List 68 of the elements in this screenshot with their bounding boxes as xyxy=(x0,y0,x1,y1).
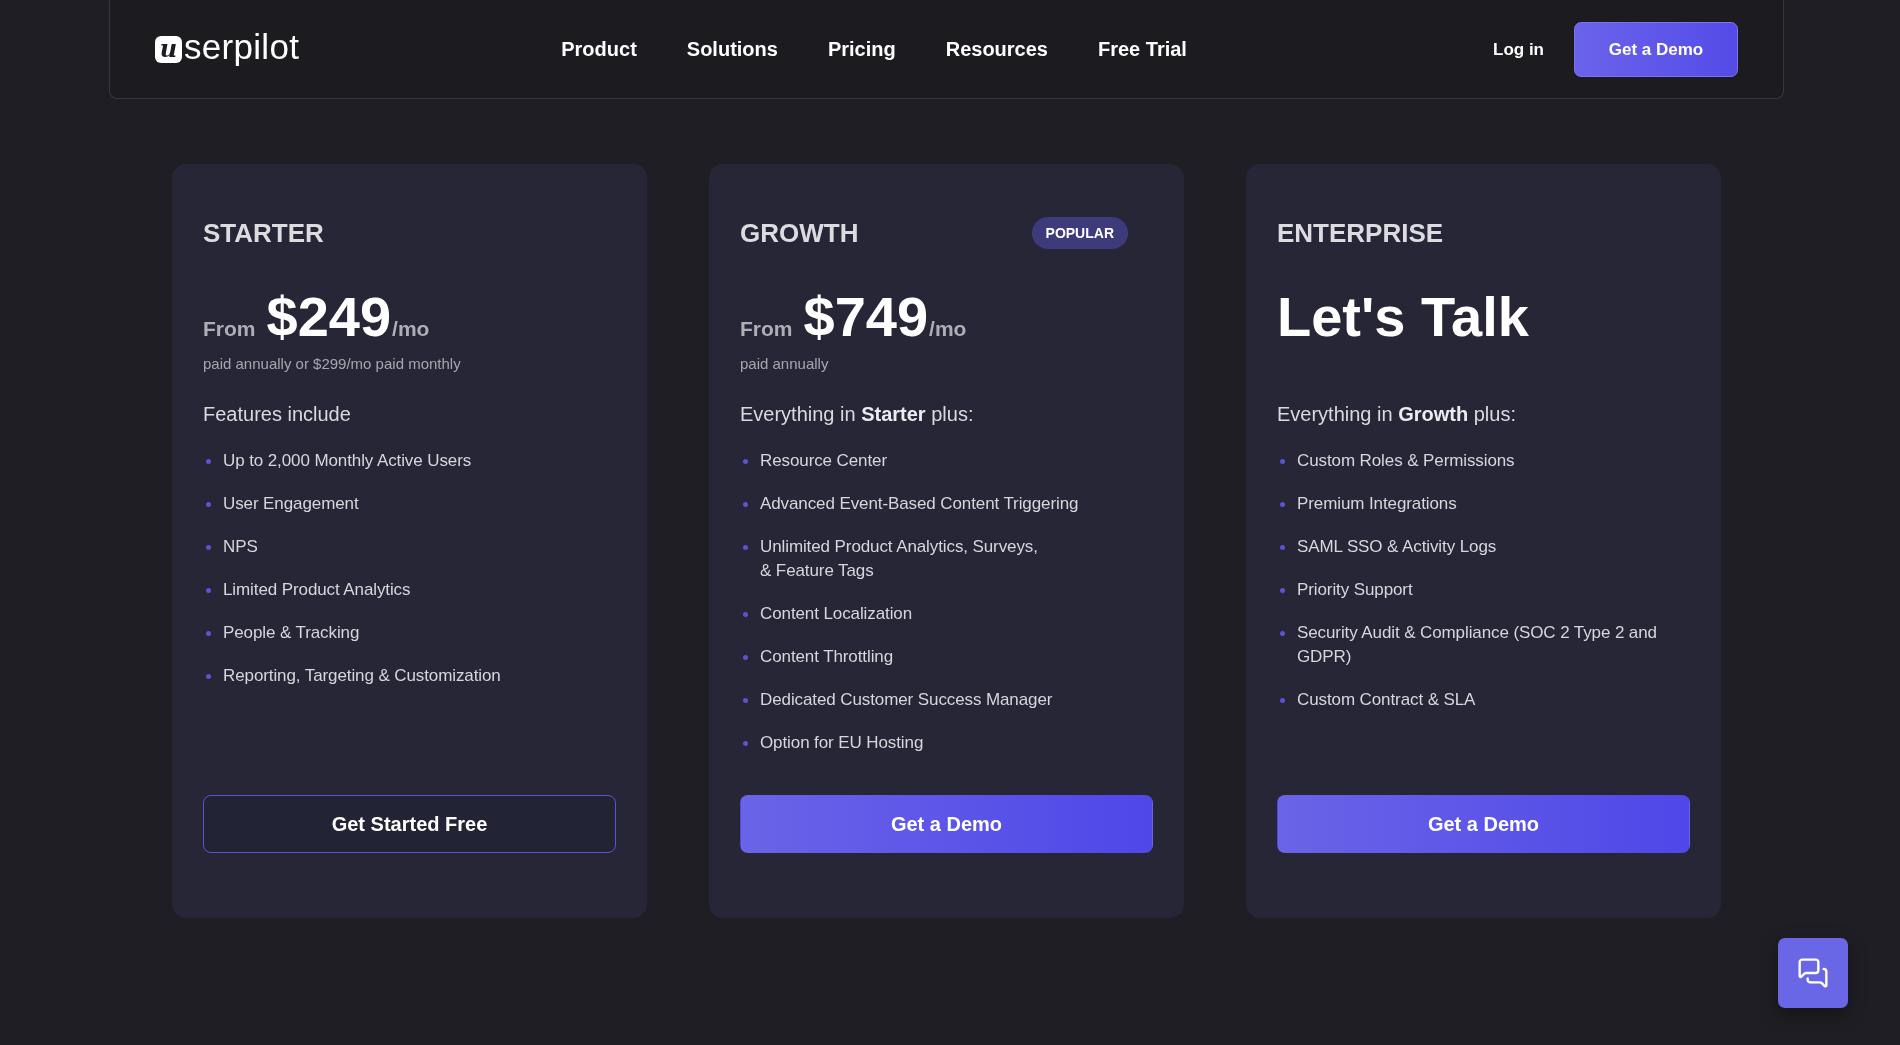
feature-text: People & Tracking xyxy=(223,622,360,644)
nav-link[interactable]: Free Trial xyxy=(1098,38,1187,61)
bullet-icon xyxy=(1280,698,1285,703)
nav-link[interactable]: Product xyxy=(561,38,637,61)
bullet-icon xyxy=(206,631,211,636)
feature-text: Limited Product Analytics xyxy=(223,579,411,601)
bullet-icon xyxy=(1280,502,1285,507)
feature-text: Unlimited Product Analytics, Surveys, & Feature Tags xyxy=(760,536,1038,582)
bullet-icon xyxy=(206,459,211,464)
feature-text: Dedicated Customer Success Manager xyxy=(760,689,1053,711)
plan-name: STARTER xyxy=(203,218,324,248)
price-amount: $249 xyxy=(266,285,392,349)
price-amount: $749 xyxy=(803,285,929,349)
feature-text: Premium Integrations xyxy=(1297,493,1457,515)
bullet-icon xyxy=(743,502,748,507)
bullet-icon xyxy=(743,612,748,617)
logo-text[interactable]: serpilot xyxy=(184,26,300,67)
price-prefix: From xyxy=(203,317,256,341)
bullet-icon xyxy=(743,459,748,464)
bullet-icon xyxy=(206,502,211,507)
plan-button[interactable]: Get a Demo xyxy=(740,795,1153,853)
billing-note: paid annually xyxy=(740,354,829,374)
bullet-icon xyxy=(1280,545,1285,550)
login-link[interactable]: Log in xyxy=(1493,39,1544,60)
feature-text: Content Throttling xyxy=(760,646,894,668)
demo-button[interactable]: Get a Demo xyxy=(1574,22,1738,77)
bullet-icon xyxy=(206,674,211,679)
plan-button[interactable]: Get Started Free xyxy=(203,795,616,853)
feature-text: Priority Support xyxy=(1297,579,1413,601)
feature-text: SAML SSO & Activity Logs xyxy=(1297,536,1497,558)
plan-name: ENTERPRISE xyxy=(1277,218,1444,248)
feature-text: Security Audit & Compliance (SOC 2 Type 2 and GDPR) xyxy=(1297,622,1658,668)
feature-text: User Engagement xyxy=(223,493,359,515)
feature-text: Up to 2,000 Monthly Active Users xyxy=(223,450,472,472)
features-intro: Features include xyxy=(203,402,352,427)
bullet-icon xyxy=(206,545,211,550)
plan-badge: POPULAR xyxy=(1031,217,1128,249)
price-period: /mo xyxy=(392,317,430,341)
bullet-icon xyxy=(743,655,748,660)
chat-button[interactable] xyxy=(1778,938,1848,1008)
nav-link[interactable]: Solutions xyxy=(686,38,778,61)
bullet-icon xyxy=(743,545,748,550)
feature-text: Resource Center xyxy=(760,450,887,472)
bullet-icon xyxy=(1280,588,1285,593)
feature-text: NPS xyxy=(223,536,258,558)
nav-link[interactable]: Resources xyxy=(945,38,1048,61)
feature-text: Custom Contract & SLA xyxy=(1297,689,1476,711)
bullet-icon xyxy=(743,741,748,746)
feature-text: Custom Roles & Permissions xyxy=(1297,450,1515,472)
features-intro: Everything in Growth plus: xyxy=(1277,402,1517,427)
feature-text: Option for EU Hosting xyxy=(760,732,924,754)
plan-button[interactable]: Get a Demo xyxy=(1277,795,1690,853)
bullet-icon xyxy=(206,588,211,593)
plan-name: GROWTH xyxy=(740,218,859,248)
feature-text: Content Localization xyxy=(760,603,913,625)
bullet-icon xyxy=(743,698,748,703)
feature-text: Advanced Event-Based Content Triggering xyxy=(760,493,1079,515)
bullet-icon xyxy=(1280,459,1285,464)
chat-icon xyxy=(1797,957,1829,989)
contact-headline: Let's Talk xyxy=(1277,285,1529,349)
price-prefix: From xyxy=(740,317,793,341)
feature-text: Reporting, Targeting & Customization xyxy=(223,665,501,687)
features-intro: Everything in Starter plus: xyxy=(740,402,975,427)
price-period: /mo xyxy=(929,317,967,341)
nav-link[interactable]: Pricing xyxy=(827,38,896,61)
bullet-icon xyxy=(1280,631,1285,636)
billing-note: paid annually or $299/mo paid monthly xyxy=(203,354,461,374)
logo-mark[interactable]: u xyxy=(155,36,182,63)
